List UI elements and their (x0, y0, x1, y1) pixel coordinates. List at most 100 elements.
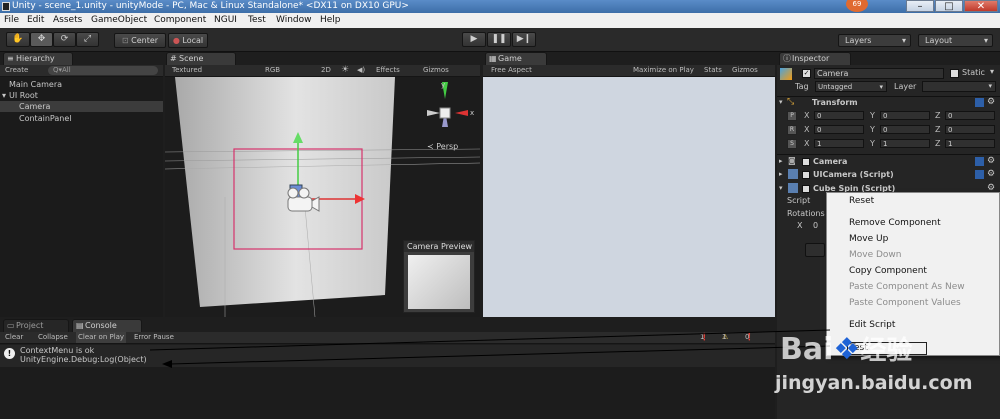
rotation-x-field[interactable]: 0 (814, 125, 864, 134)
orientation-gizmo[interactable]: y x (427, 81, 474, 127)
scene-view[interactable]: y x ≺ Persp Camera Preview (165, 77, 480, 317)
scale-tool-button[interactable]: ⤢ (76, 32, 99, 47)
context-remove-component[interactable]: Remove Component (849, 218, 941, 228)
effects-dropdown[interactable]: Effects (376, 65, 400, 76)
pivot-local-button[interactable]: ● Local (168, 33, 208, 48)
menu-edit[interactable]: Edit (27, 13, 44, 28)
clear-on-play-toggle[interactable]: Clear on Play (76, 332, 127, 343)
game-view[interactable] (483, 77, 775, 317)
create-dropdown[interactable]: Create (5, 65, 28, 76)
context-move-up[interactable]: Move Up (849, 234, 888, 244)
clear-button[interactable]: Clear (5, 332, 23, 343)
maximize-button[interactable]: □ (935, 0, 963, 12)
component-enabled-checkbox[interactable] (802, 158, 810, 166)
layer-dropdown[interactable]: ▾ (922, 81, 996, 92)
static-checkbox[interactable] (950, 69, 959, 78)
play-button[interactable]: ▶ (462, 32, 486, 47)
stats-toggle[interactable]: Stats (704, 65, 722, 76)
scale-z-field[interactable]: 1 (945, 139, 995, 148)
rotation-y-field[interactable]: 0 (880, 125, 930, 134)
tab-console[interactable]: ▤ Console (72, 319, 142, 332)
close-button[interactable]: ✕ (964, 0, 998, 12)
position-z-field[interactable]: 0 (945, 111, 995, 120)
console-log-entry[interactable]: ! ContextMenu is ok UnityEngine.Debug:Lo… (0, 345, 775, 367)
rotation-row: R X0 Y0 Z0 (777, 124, 1000, 138)
reset-scale-button[interactable]: S (787, 139, 797, 149)
component-enabled-checkbox[interactable] (802, 185, 810, 193)
position-y-field[interactable]: 0 (880, 111, 930, 120)
pivot-center-button[interactable]: ⊡ Center (114, 33, 166, 48)
tab-inspector[interactable]: ⓘ Inspector (779, 52, 851, 65)
expand-arrow-icon[interactable]: ▾ (779, 184, 783, 192)
shading-mode-dropdown[interactable]: Textured (172, 65, 202, 76)
error-pause-toggle[interactable]: Error Pause (134, 332, 174, 343)
expand-arrow-icon[interactable]: ▾ (2, 90, 6, 101)
audio-icon[interactable]: ◀) (357, 65, 365, 76)
context-copy-component[interactable]: Copy Component (849, 266, 927, 276)
tab-scene[interactable]: # Scene (166, 52, 236, 65)
menu-file[interactable]: File (4, 13, 19, 28)
tag-dropdown[interactable]: Untagged ▾ (815, 81, 887, 92)
hand-tool-button[interactable]: ✋ (6, 32, 30, 47)
menu-help[interactable]: Help (320, 13, 341, 28)
list-item[interactable]: ▾ UI Root (0, 90, 163, 101)
rotation-z-field[interactable]: 0 (945, 125, 995, 134)
perspective-label[interactable]: ≺ Persp (427, 142, 458, 151)
object-name-field[interactable]: Camera (814, 68, 944, 79)
menu-assets[interactable]: Assets (53, 13, 82, 28)
menu-test[interactable]: Test (248, 13, 266, 28)
tab-game[interactable]: ▦ Game (485, 52, 547, 65)
transform-header[interactable]: ▾ ⤡ Transform ⚙ (777, 96, 1000, 108)
static-label: Static (962, 68, 985, 77)
menu-window[interactable]: Window (276, 13, 312, 28)
scale-y-field[interactable]: 1 (880, 139, 930, 148)
add-component-button[interactable] (805, 243, 825, 257)
dropdown-arrow-icon[interactable]: ▾ (990, 67, 994, 76)
help-book-icon[interactable] (975, 170, 984, 179)
help-book-icon[interactable] (975, 98, 984, 107)
render-mode-dropdown[interactable]: RGB (265, 65, 280, 76)
uicamera-component-header[interactable]: ▸ UICamera (Script) ⚙ (777, 168, 1000, 181)
list-item[interactable]: Camera (0, 101, 163, 112)
tab-project[interactable]: ▭ Project (3, 319, 69, 332)
reset-rotation-button[interactable]: R (787, 125, 797, 135)
layout-dropdown[interactable]: Layout ▾ (918, 34, 993, 47)
expand-arrow-icon[interactable]: ▸ (779, 170, 783, 178)
pause-button[interactable]: ❚❚ (487, 32, 511, 47)
position-x-field[interactable]: 0 (814, 111, 864, 120)
gear-icon[interactable]: ⚙ (987, 169, 995, 179)
step-button[interactable]: ▶❙ (512, 32, 536, 47)
help-book-icon[interactable] (975, 157, 984, 166)
tab-hierarchy[interactable]: ≡ Hierarchy (3, 52, 73, 65)
rotate-tool-button[interactable]: ⟳ (53, 32, 76, 47)
context-edit-script[interactable]: Edit Script (849, 320, 895, 330)
expand-arrow-icon[interactable]: ▾ (779, 98, 783, 106)
aspect-dropdown[interactable]: Free Aspect (491, 65, 532, 76)
maximize-on-play-toggle[interactable]: Maximize on Play (633, 65, 694, 76)
minimize-button[interactable]: – (906, 0, 934, 12)
layers-dropdown[interactable]: Layers ▾ (838, 34, 911, 47)
active-checkbox[interactable]: ✓ (802, 69, 811, 78)
menu-gameobject[interactable]: GameObject (91, 13, 147, 28)
menu-ngui[interactable]: NGUI (214, 13, 237, 28)
move-tool-button[interactable]: ✥ (30, 32, 53, 47)
scene-gizmos-dropdown[interactable]: Gizmos (423, 65, 449, 76)
list-item[interactable]: Main Camera (0, 79, 163, 90)
reset-position-button[interactable]: P (787, 111, 797, 121)
gear-icon[interactable]: ⚙ (987, 156, 995, 166)
game-gizmos-dropdown[interactable]: Gizmos (732, 65, 758, 76)
component-enabled-checkbox[interactable] (802, 171, 810, 179)
gear-icon[interactable]: ⚙ (987, 97, 995, 107)
rotation-x-value[interactable]: 0 (813, 221, 818, 230)
camera-component-header[interactable]: ▸ ◙ Camera ⚙ (777, 154, 1000, 167)
hierarchy-search-input[interactable]: Q▾All (48, 66, 158, 75)
scale-x-field[interactable]: 1 (814, 139, 864, 148)
2d-toggle[interactable]: 2D (321, 65, 331, 76)
lighting-icon[interactable]: ☀ (341, 65, 349, 76)
list-item[interactable]: ContainPanel (0, 113, 163, 124)
collapse-toggle[interactable]: Collapse (38, 332, 68, 343)
menu-component[interactable]: Component (154, 13, 206, 28)
expand-arrow-icon[interactable]: ▸ (779, 157, 783, 165)
context-reset[interactable]: Reset (849, 196, 874, 206)
hierarchy-toolbar: Create Q▾All (0, 65, 163, 77)
